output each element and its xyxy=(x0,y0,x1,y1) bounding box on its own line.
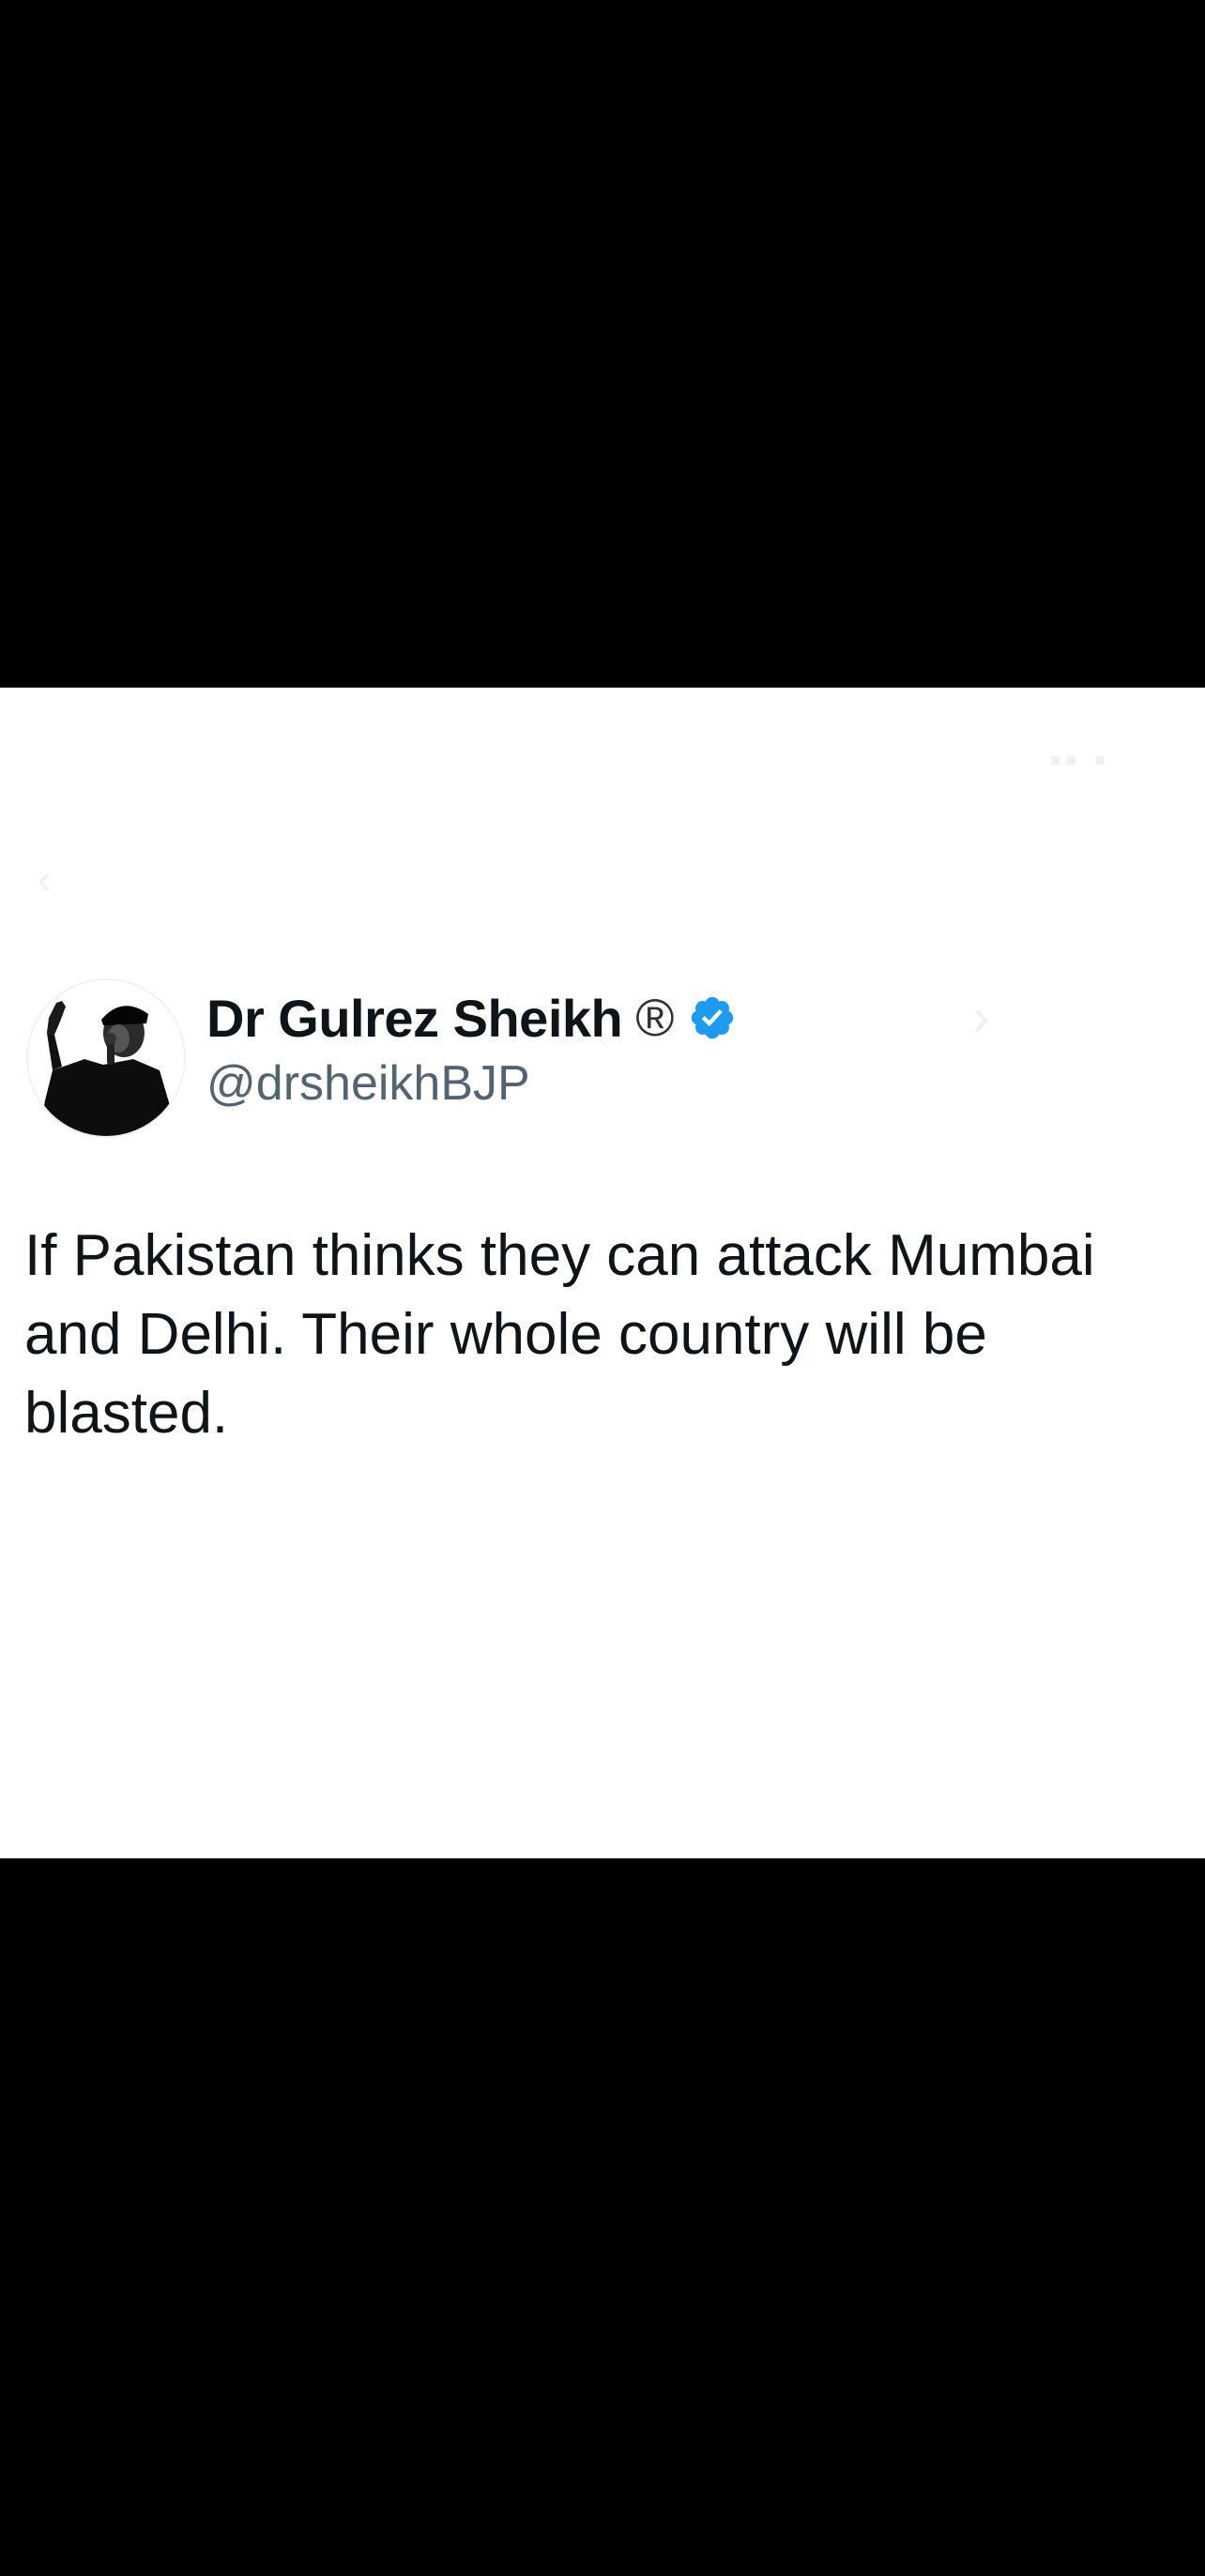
faded-chevron-icon: › xyxy=(972,987,990,1046)
tweet-text: If Pakistan thinks they can attack Mumba… xyxy=(24,1223,1095,1446)
author-handle[interactable]: @drsheikhBJP xyxy=(206,1055,530,1112)
author-display-name[interactable]: Dr Gulrez Sheikh xyxy=(206,988,623,1049)
avatar[interactable] xyxy=(26,978,186,1138)
bottom-letterbox-bar xyxy=(0,1858,1205,2576)
top-letterbox-bar xyxy=(0,0,1205,688)
author-name-row[interactable]: Dr Gulrez Sheikh ® xyxy=(206,988,737,1048)
tweet-card: ▪▪ ▪ ‹ › Dr Gulrez Sheikh ® @drsheikhBJP… xyxy=(0,688,1205,1858)
verified-badge-icon xyxy=(691,996,733,1039)
registered-mark: ® xyxy=(635,988,675,1047)
profile-photo-icon xyxy=(28,980,184,1136)
faded-back-icon: ‹ xyxy=(38,856,52,902)
faded-status-icons: ▪▪ ▪ xyxy=(1049,740,1110,779)
